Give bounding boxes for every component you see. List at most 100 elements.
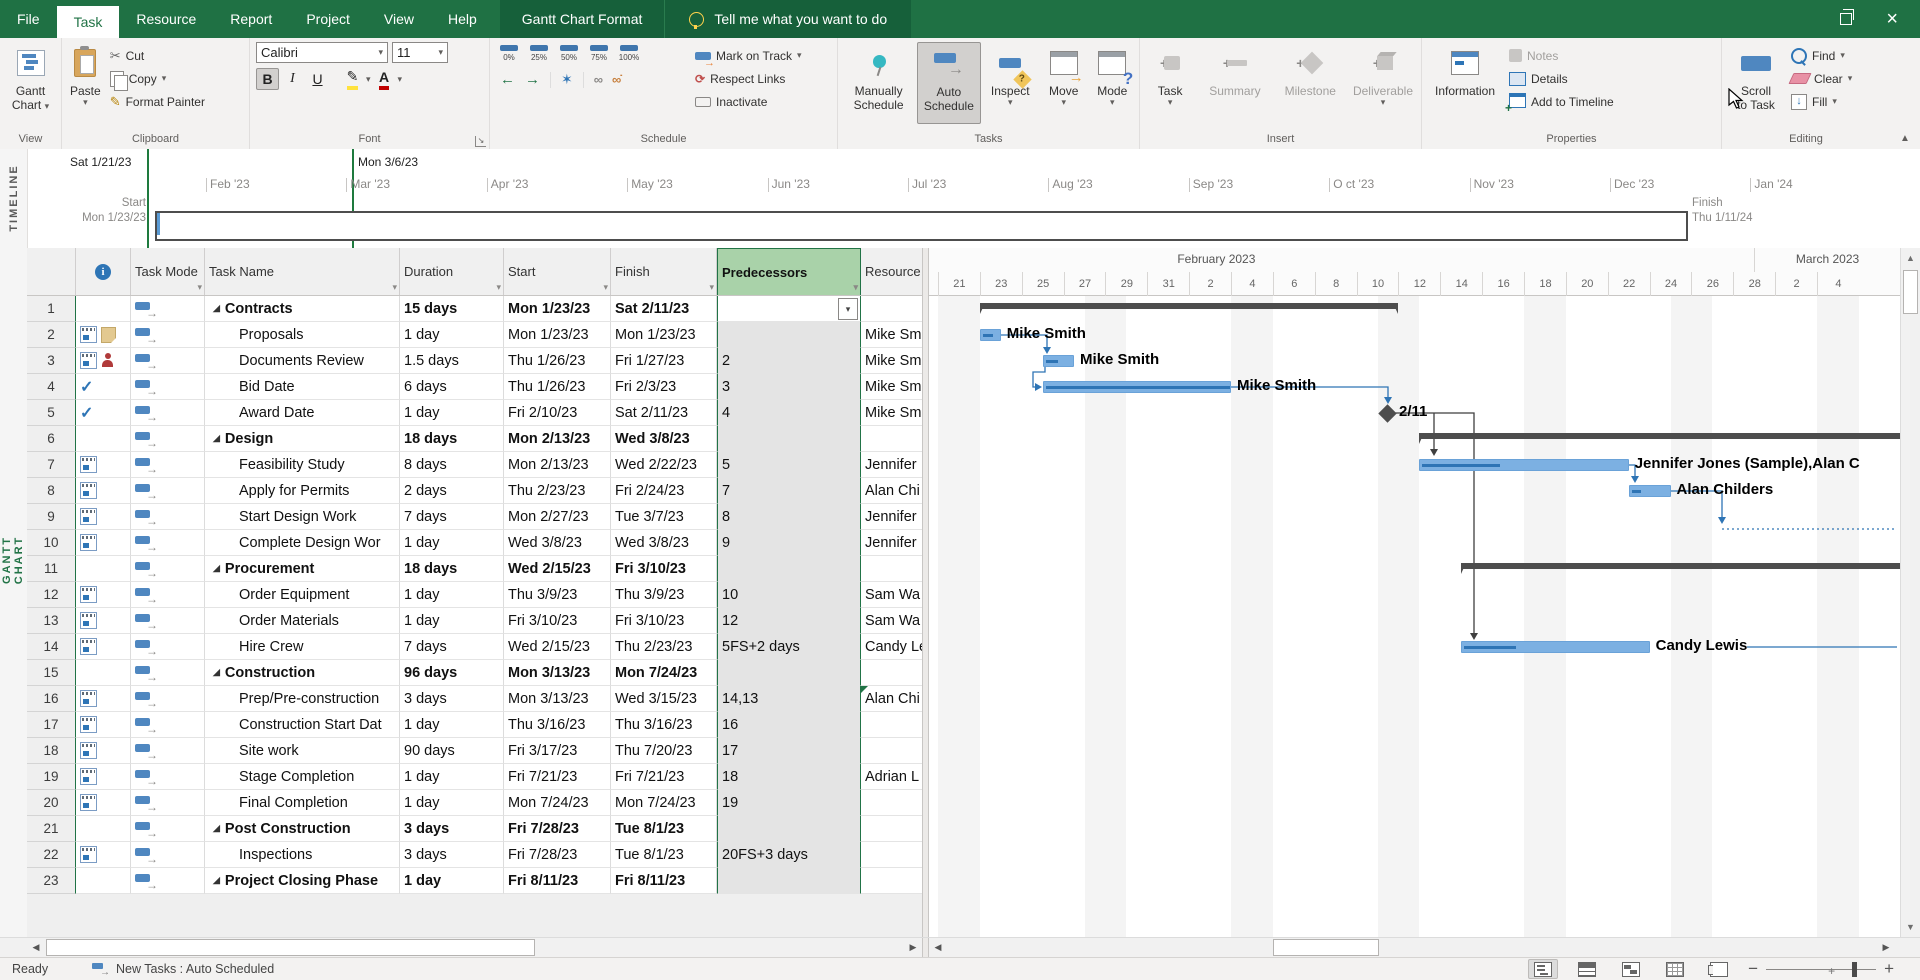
tab-project[interactable]: Project: [289, 0, 367, 38]
column-header-finish[interactable]: Finish▾: [611, 248, 717, 295]
predecessors-cell[interactable]: [717, 660, 861, 686]
predecessors-cell[interactable]: 12: [717, 608, 861, 634]
mode-button[interactable]: ? Mode ▾: [1089, 42, 1135, 124]
start-cell[interactable]: Fri 2/10/23: [504, 400, 611, 426]
resource-cell[interactable]: Jennifer: [861, 530, 922, 556]
finish-cell[interactable]: Mon 7/24/23: [611, 660, 717, 686]
indicator-cell[interactable]: [76, 842, 131, 868]
insert-deliverable-button[interactable]: + Deliverable ▾: [1349, 42, 1417, 124]
split-task-button[interactable]: ✶: [561, 71, 573, 88]
font-color-button[interactable]: A: [373, 68, 396, 90]
scroll-down-button[interactable]: ▼: [1902, 918, 1919, 936]
underline-button[interactable]: U: [306, 68, 329, 90]
cell-dropdown-button[interactable]: ▾: [838, 298, 858, 320]
collapse-triangle-icon[interactable]: ◢: [213, 667, 220, 678]
zoom-in-button[interactable]: +: [1884, 962, 1894, 976]
task-name-cell[interactable]: Inspections: [205, 842, 400, 868]
chart-horizontal-scrollbar[interactable]: ◀ ▶: [929, 938, 1895, 957]
duration-cell[interactable]: 1 day: [400, 790, 504, 816]
predecessors-cell[interactable]: 5: [717, 452, 861, 478]
task-name-cell[interactable]: ◢Procurement: [205, 556, 400, 582]
indicator-cell[interactable]: [76, 296, 131, 322]
row-number[interactable]: 21: [27, 816, 76, 842]
row-number[interactable]: 11: [27, 556, 76, 582]
predecessors-cell[interactable]: 19: [717, 790, 861, 816]
format-painter-button[interactable]: ✎Format Painter: [107, 90, 208, 113]
resource-cell[interactable]: [861, 426, 922, 452]
task-name-cell[interactable]: ◢Design: [205, 426, 400, 452]
percent-50-button[interactable]: 50%: [554, 45, 584, 62]
task-mode-cell[interactable]: [131, 296, 205, 322]
chart-scroll-thumb[interactable]: [1273, 939, 1379, 956]
row-number[interactable]: 22: [27, 842, 76, 868]
indicator-cell[interactable]: ✓: [76, 374, 131, 400]
duration-cell[interactable]: 1 day: [400, 712, 504, 738]
bold-button[interactable]: B: [256, 68, 279, 90]
gantt-view-button[interactable]: [1528, 959, 1558, 979]
resource-cell[interactable]: Mike Sm: [861, 400, 922, 426]
zoom-track[interactable]: +: [1766, 969, 1876, 970]
filter-arrow-icon[interactable]: ▾: [853, 282, 858, 293]
timeline-pan-handle-left[interactable]: [147, 149, 149, 248]
tab-help[interactable]: Help: [431, 0, 494, 38]
tab-resource[interactable]: Resource: [119, 0, 213, 38]
duration-cell[interactable]: 1 day: [400, 868, 504, 894]
task-mode-cell[interactable]: [131, 608, 205, 634]
find-button[interactable]: Find▾: [1788, 44, 1855, 67]
select-all-corner[interactable]: [27, 248, 76, 295]
start-cell[interactable]: Mon 2/13/23: [504, 426, 611, 452]
resource-cell[interactable]: Sam Wa: [861, 608, 922, 634]
task-usage-view-button[interactable]: [1572, 959, 1602, 979]
indicator-cell[interactable]: [76, 426, 131, 452]
finish-cell[interactable]: Thu 3/16/23: [611, 712, 717, 738]
finish-cell[interactable]: Fri 1/27/23: [611, 348, 717, 374]
move-button[interactable]: → Move ▾: [1040, 42, 1088, 124]
task-name-cell[interactable]: Proposals: [205, 322, 400, 348]
task-mode-cell[interactable]: [131, 868, 205, 894]
predecessors-cell[interactable]: 16: [717, 712, 861, 738]
tab-file[interactable]: File: [0, 0, 57, 38]
respect-links-button[interactable]: ⟳Respect Links: [692, 67, 805, 90]
start-cell[interactable]: Wed 2/15/23: [504, 556, 611, 582]
task-bar[interactable]: [1419, 459, 1628, 471]
row-number[interactable]: 7: [27, 452, 76, 478]
finish-cell[interactable]: Fri 2/24/23: [611, 478, 717, 504]
column-header-duration[interactable]: Duration▾: [400, 248, 504, 295]
task-name-cell[interactable]: Apply for Permits: [205, 478, 400, 504]
task-mode-cell[interactable]: [131, 842, 205, 868]
duration-cell[interactable]: 18 days: [400, 426, 504, 452]
start-cell[interactable]: Wed 2/15/23: [504, 634, 611, 660]
start-cell[interactable]: Mon 3/13/23: [504, 660, 611, 686]
collapse-triangle-icon[interactable]: ◢: [213, 875, 220, 886]
scroll-left-button[interactable]: ◀: [27, 939, 45, 956]
predecessors-cell[interactable]: [717, 556, 861, 582]
task-bar[interactable]: [1629, 485, 1671, 497]
row-number[interactable]: 16: [27, 686, 76, 712]
scroll-right-button[interactable]: ▶: [904, 939, 922, 956]
row-number[interactable]: 1: [27, 296, 76, 322]
indicator-cell[interactable]: [76, 478, 131, 504]
resource-cell[interactable]: [861, 296, 922, 322]
close-window-icon[interactable]: ×: [1886, 9, 1898, 29]
vertical-scrollbar[interactable]: ▲ ▼: [1900, 248, 1920, 937]
timeline-bar[interactable]: [155, 211, 1688, 241]
predecessors-cell[interactable]: [717, 322, 861, 348]
duration-cell[interactable]: 1 day: [400, 582, 504, 608]
add-to-timeline-button[interactable]: +Add to Timeline: [1506, 90, 1617, 113]
task-name-cell[interactable]: Hire Crew: [205, 634, 400, 660]
row-number[interactable]: 6: [27, 426, 76, 452]
row-number[interactable]: 15: [27, 660, 76, 686]
tab-report[interactable]: Report: [213, 0, 289, 38]
indicator-cell[interactable]: ✓: [76, 400, 131, 426]
manually-schedule-button[interactable]: Manually Schedule: [842, 42, 915, 124]
row-number[interactable]: 20: [27, 790, 76, 816]
duration-cell[interactable]: 1 day: [400, 400, 504, 426]
predecessors-cell[interactable]: [717, 426, 861, 452]
predecessors-cell[interactable]: 18: [717, 764, 861, 790]
row-number[interactable]: 5: [27, 400, 76, 426]
finish-cell[interactable]: Mon 7/24/23: [611, 790, 717, 816]
start-cell[interactable]: Mon 1/23/23: [504, 322, 611, 348]
resource-cell[interactable]: [861, 660, 922, 686]
indicator-cell[interactable]: [76, 660, 131, 686]
link-tasks-button[interactable]: ∞: [594, 72, 602, 87]
